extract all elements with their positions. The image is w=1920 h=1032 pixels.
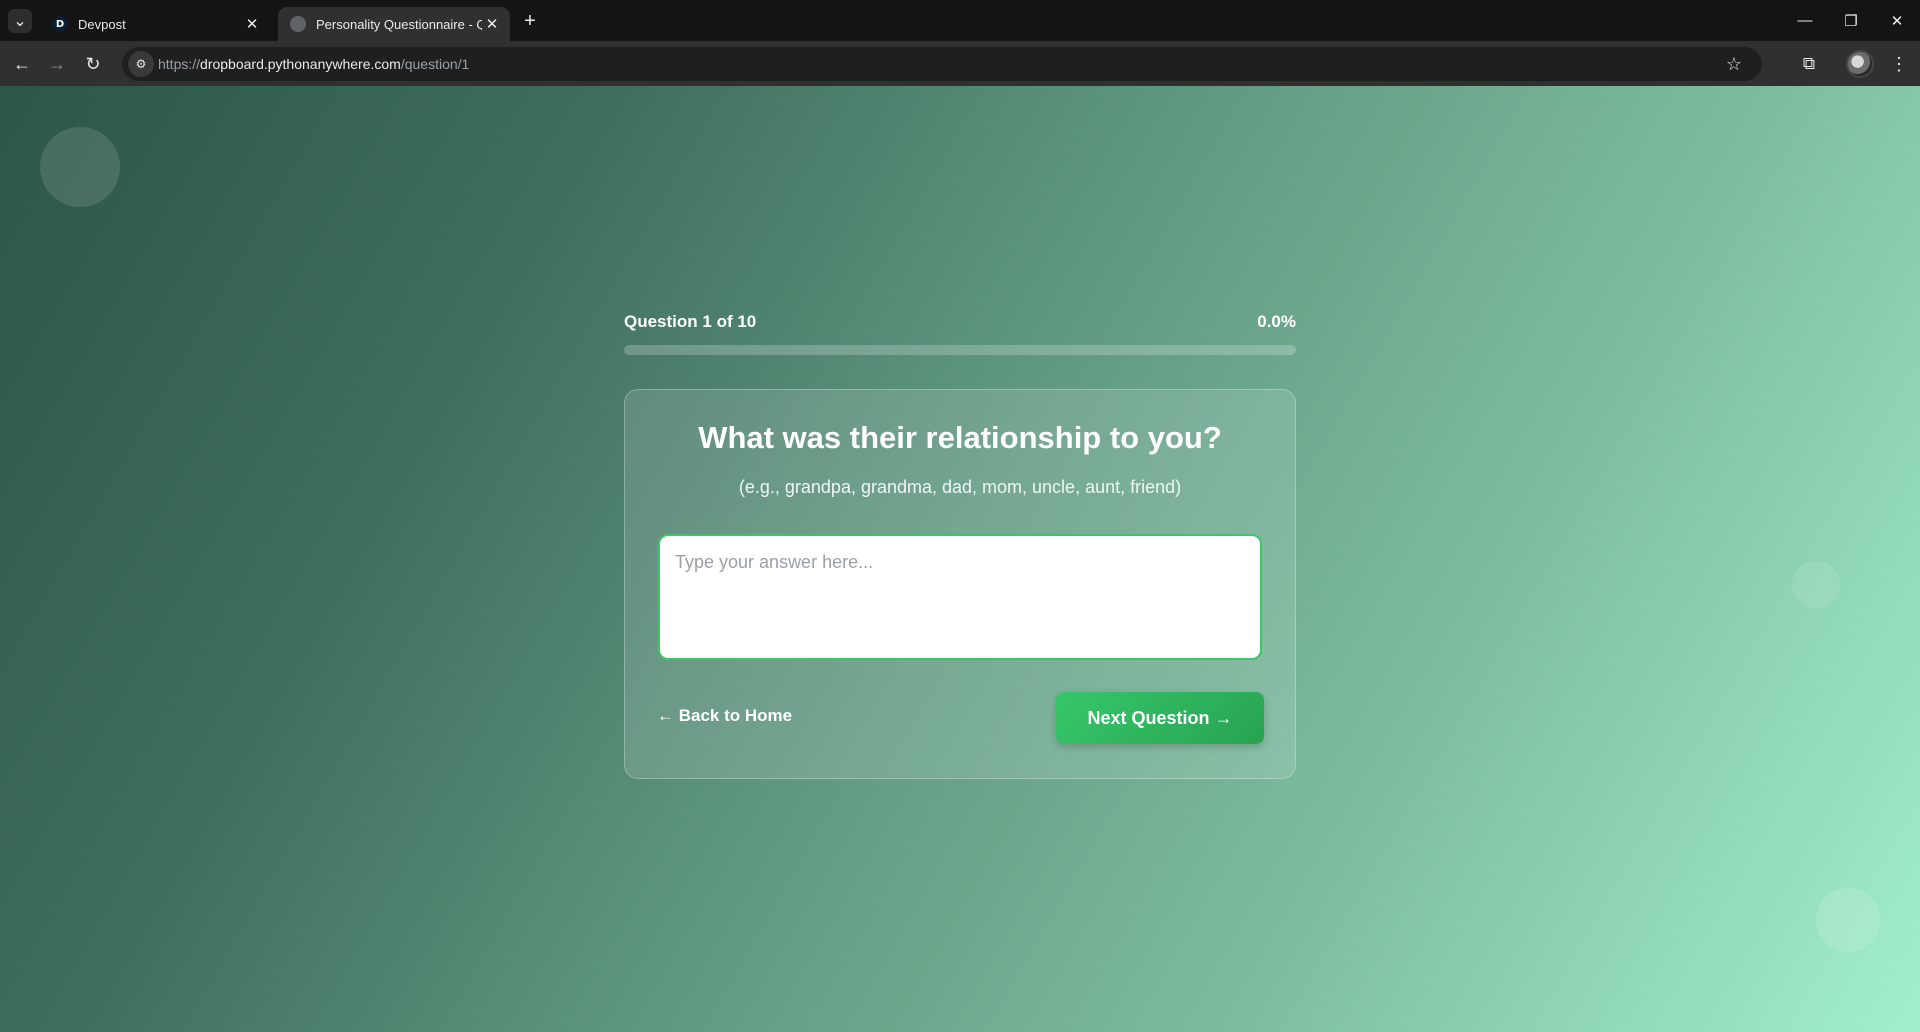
url-scheme: https://	[158, 56, 201, 72]
progress-bar	[624, 345, 1296, 355]
menu-dots-icon[interactable]: ⋮	[1884, 49, 1914, 79]
devpost-favicon-icon: D	[52, 16, 68, 32]
address-bar[interactable]: ⚙ https://dropboard.pythonanywhere.com/q…	[122, 47, 1762, 81]
decorative-circle	[1792, 561, 1840, 609]
back-arrow-icon[interactable]: ←	[7, 49, 37, 79]
extensions-puzzle-icon[interactable]: ⧉	[1794, 49, 1824, 79]
tab-strip: ⌄ D Devpost ✕ Personality Questionnaire …	[0, 0, 1920, 41]
url-host: dropboard.pythonanywhere.com	[200, 56, 401, 72]
progress-percent: 0.0%	[1257, 312, 1296, 331]
site-info-icon[interactable]: ⚙	[128, 51, 154, 77]
close-tab-icon[interactable]: ✕	[242, 14, 262, 34]
question-card: What was their relationship to you? (e.g…	[624, 389, 1296, 779]
profile-avatar[interactable]	[1846, 50, 1874, 78]
url-path: /question/1	[400, 56, 470, 72]
new-tab-plus-icon[interactable]: +	[518, 9, 542, 33]
globe-icon	[290, 16, 306, 32]
tab-title: Devpost	[78, 16, 126, 32]
question-counter: Question 1 of 10	[624, 312, 757, 331]
decorative-circle	[1816, 888, 1880, 952]
tab-devpost[interactable]: D Devpost ✕	[40, 7, 270, 41]
tab-search-chevron-icon[interactable]: ⌄	[8, 9, 32, 33]
close-tab-icon[interactable]: ✕	[482, 14, 502, 34]
bookmark-star-icon[interactable]: ☆	[1726, 47, 1742, 81]
url-text[interactable]: https://dropboard.pythonanywhere.com/que…	[158, 47, 469, 81]
forward-arrow-icon[interactable]: →	[42, 49, 72, 79]
back-to-home-link[interactable]: ← Back to Home	[657, 706, 792, 726]
close-window-icon[interactable]: ✕	[1874, 0, 1920, 41]
reload-icon[interactable]: ↻	[78, 49, 108, 79]
restore-icon[interactable]: ❐	[1828, 0, 1874, 41]
page-background: Question 1 of 10 0.0% What was their rel…	[0, 86, 1920, 1032]
browser-toolbar: ← → ↻ ⚙ https://dropboard.pythonanywhere…	[0, 41, 1920, 86]
question-title: What was their relationship to you?	[698, 420, 1222, 455]
progress-header: Question 1 of 10 0.0%	[624, 312, 1296, 332]
tab-title: Personality Questionnaire - Qu	[316, 16, 482, 32]
answer-input[interactable]	[658, 534, 1262, 660]
decorative-circle	[40, 127, 120, 207]
tab-personality-questionnaire[interactable]: Personality Questionnaire - Qu ✕	[278, 7, 510, 41]
next-question-button[interactable]: Next Question →	[1056, 692, 1264, 744]
question-hint: (e.g., grandpa, grandma, dad, mom, uncle…	[738, 477, 1182, 497]
minimize-icon[interactable]: —	[1782, 0, 1828, 41]
